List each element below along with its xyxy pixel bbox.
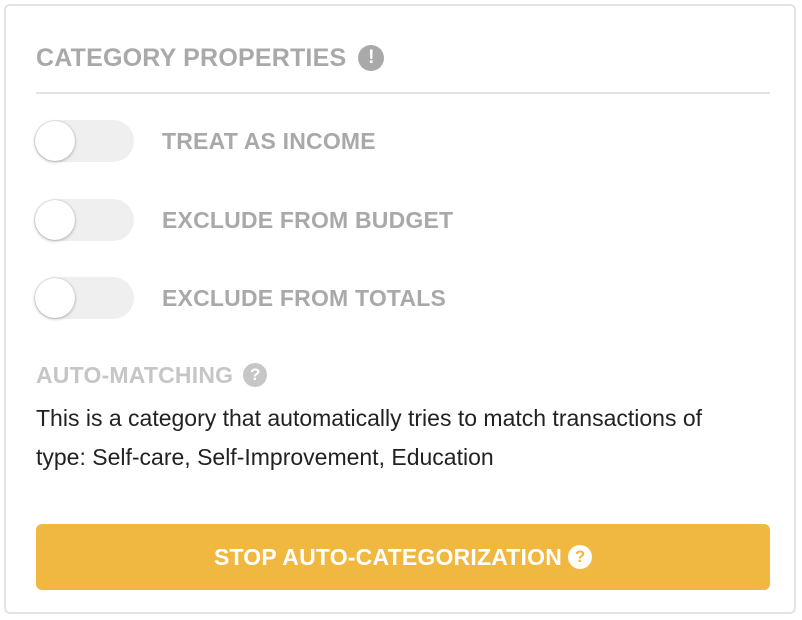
exclude-from-budget-label: EXCLUDE FROM BUDGET [162,206,454,233]
toggle-row-exclude-from-totals: EXCLUDE FROM TOTALS [34,277,446,319]
exclude-from-budget-toggle[interactable] [34,199,134,241]
toggle-row-treat-as-income: TREAT AS INCOME [34,120,376,162]
auto-matching-title: AUTO-MATCHING [36,361,234,388]
treat-as-income-toggle[interactable] [34,120,134,162]
auto-matching-description: This is a category that automatically tr… [36,405,703,470]
header-divider [36,92,770,94]
toggle-row-exclude-from-budget: EXCLUDE FROM BUDGET [34,199,453,241]
exclude-from-totals-label: EXCLUDE FROM TOTALS [162,284,447,311]
stop-auto-categorization-label: STOP AUTO-CATEGORIZATION [213,543,563,570]
toggle-knob [35,278,75,318]
question-circle-icon[interactable]: ? [568,545,593,569]
exclamation-circle-icon[interactable]: ! [358,45,385,71]
stop-auto-categorization-button[interactable]: STOP AUTO-CATEGORIZATION ? [36,524,770,590]
toggle-knob [35,200,75,240]
category-properties-panel: CATEGORY PROPERTIES ! TREAT AS INCOME EX… [4,4,796,614]
toggle-knob [35,121,75,161]
auto-matching-header: AUTO-MATCHING ? [36,360,268,390]
panel-header: CATEGORY PROPERTIES ! [36,40,385,76]
exclude-from-totals-toggle[interactable] [34,277,134,319]
panel-title: CATEGORY PROPERTIES [36,43,347,72]
question-circle-icon[interactable]: ? [243,363,268,387]
treat-as-income-label: TREAT AS INCOME [162,127,376,154]
